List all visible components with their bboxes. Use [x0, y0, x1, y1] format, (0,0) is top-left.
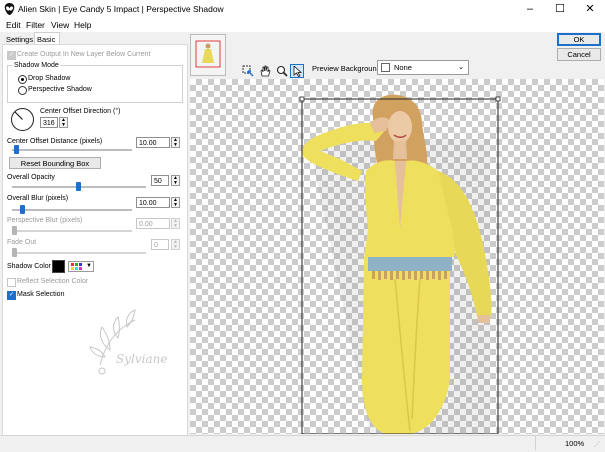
chevron-down-icon: ▼: [86, 263, 92, 269]
create-output-checkbox[interactable]: ✓: [7, 51, 16, 60]
svg-text:Sylviane: Sylviane: [116, 352, 167, 366]
navigator-thumbnail[interactable]: [190, 34, 226, 76]
menu-edit[interactable]: Edit: [6, 19, 21, 32]
overall-blur-label: Overall Blur (pixels): [7, 195, 69, 202]
cancel-button[interactable]: Cancel: [557, 48, 601, 61]
overall-blur-input[interactable]: 10.00: [136, 197, 170, 208]
hand-icon[interactable]: [259, 65, 271, 77]
blur-slider-thumb[interactable]: [20, 205, 25, 214]
blur-slider-track[interactable]: [12, 209, 132, 211]
preview-image-model: [299, 94, 501, 434]
perspective-blur-slider-thumb: [12, 226, 17, 235]
palette-grid-icon: [71, 263, 82, 270]
fade-out-slider-track: [12, 252, 146, 254]
perspective-blur-slider-track: [12, 230, 132, 232]
preview-background-value: None: [394, 63, 412, 72]
perspective-shadow-radio[interactable]: [18, 86, 27, 95]
center-offset-distance-label: Center Offset Distance (pixels): [7, 138, 103, 145]
distance-slider-thumb[interactable]: [14, 145, 19, 154]
window-title: Alien Skin | Eye Candy 5 Impact | Perspe…: [18, 4, 224, 14]
center-offset-direction-label: Center Offset Direction (°): [40, 108, 121, 115]
shadow-color-swatch[interactable]: [52, 260, 65, 273]
perspective-shadow-label: Perspective Shadow: [28, 86, 92, 93]
fade-out-label: Fade Out: [7, 239, 37, 246]
menu-view[interactable]: View: [51, 19, 69, 32]
color-palette-dropdown[interactable]: ▼: [68, 261, 94, 272]
center-offset-distance-input[interactable]: 10.00: [136, 137, 170, 148]
shadow-mode-group: [7, 65, 183, 103]
pointer-icon: [293, 66, 303, 77]
none-swatch-icon: [381, 63, 390, 72]
minimize-button[interactable]: –: [515, 0, 545, 19]
maximize-button[interactable]: ☐: [545, 0, 575, 19]
fade-out-input: 0: [151, 239, 169, 250]
selection-adjust-icon[interactable]: [242, 65, 254, 77]
direction-spinner[interactable]: ▲ ▼: [59, 117, 68, 128]
preview-canvas[interactable]: [190, 79, 604, 434]
perspective-blur-input: 0.00: [136, 218, 170, 229]
shadow-mode-label: Shadow Mode: [12, 62, 61, 69]
sylviane-watermark: Sylviane: [89, 309, 167, 375]
menu-filter[interactable]: Filter: [26, 19, 45, 32]
ok-button[interactable]: OK: [557, 33, 601, 46]
reflect-selection-checkbox: [7, 278, 16, 287]
close-button[interactable]: ✕: [575, 0, 605, 19]
preview-background-label: Preview Background:: [312, 64, 383, 73]
reset-bounding-box-button[interactable]: Reset Bounding Box: [9, 157, 101, 169]
overall-opacity-input[interactable]: 50: [151, 175, 169, 186]
perspective-blur-spinner: ▲ ▼: [171, 218, 180, 229]
menu-help[interactable]: Help: [74, 19, 91, 32]
zoom-icon[interactable]: [276, 65, 288, 77]
fade-out-slider-thumb: [12, 248, 17, 257]
pointer-tool-button[interactable]: [290, 64, 304, 78]
chevron-down-icon: ⌄: [458, 64, 464, 71]
status-bar: [0, 435, 605, 452]
distance-slider-track[interactable]: [12, 149, 132, 151]
drop-shadow-label: Drop Shadow: [28, 75, 71, 82]
resize-grip-icon[interactable]: ⋰: [594, 441, 600, 448]
status-divider: [535, 436, 536, 450]
preview-background-select[interactable]: None ⌄: [377, 60, 469, 75]
overall-opacity-label: Overall Opacity: [7, 174, 55, 181]
reflect-selection-label: Reflect Selection Color: [17, 278, 89, 285]
perspective-blur-label: Perspective Blur (pixels): [7, 217, 83, 224]
mask-selection-checkbox[interactable]: ✓: [7, 291, 16, 300]
shadow-color-label: Shadow Color: [7, 263, 51, 270]
opacity-spinner[interactable]: ▲ ▼: [171, 175, 180, 186]
direction-dial[interactable]: [10, 107, 35, 132]
center-offset-direction-input[interactable]: 316: [40, 117, 58, 128]
create-output-label: Create Output In New Layer Below Current: [17, 51, 151, 58]
blur-spinner[interactable]: ▲ ▼: [171, 197, 180, 208]
thumbnail-preview-image: [191, 35, 225, 75]
opacity-slider-thumb[interactable]: [76, 182, 81, 191]
distance-spinner[interactable]: ▲ ▼: [171, 137, 180, 148]
alien-skin-logo-icon: [4, 3, 15, 15]
drop-shadow-radio[interactable]: [18, 75, 27, 84]
fade-out-spinner: ▲ ▼: [171, 239, 180, 250]
zoom-level: 100%: [565, 439, 585, 448]
mask-selection-label: Mask Selection: [17, 291, 65, 298]
